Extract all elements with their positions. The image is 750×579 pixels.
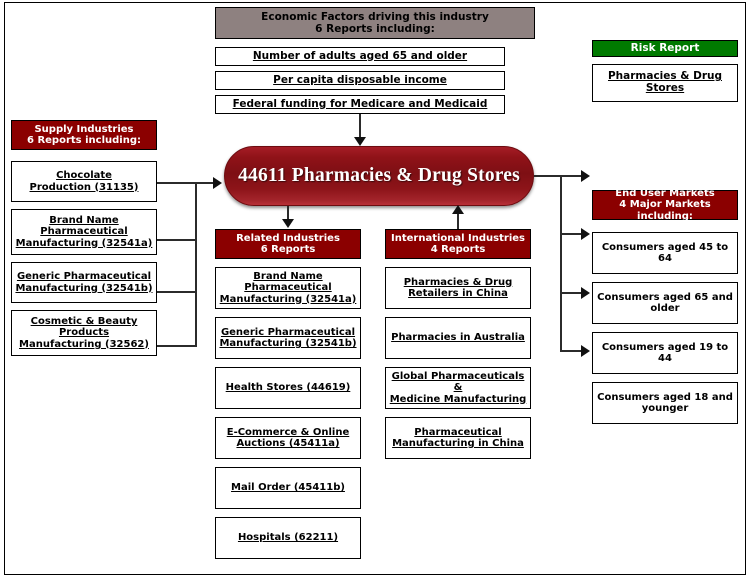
risk-report-item-1[interactable]: Pharmacies & Drug Stores: [592, 64, 738, 102]
economic-factor-item-2[interactable]: Per capita disposable income: [215, 71, 505, 90]
related-industry-item-5-line1: Mail Order (45411b): [231, 482, 345, 494]
international-industry-item-2-line1: Pharmacies in Australia: [391, 332, 525, 344]
risk-report-header-label: Risk Report: [630, 42, 700, 55]
economic-factor-item-1-label: Number of adults aged 65 and older: [252, 49, 468, 62]
international-industry-item-3-line1: Global Pharmaceuticals &: [391, 371, 525, 394]
connector-supply-3: [157, 291, 197, 294]
supply-industry-item-2-line2: Pharmaceutical: [40, 226, 128, 238]
end-user-markets-header-line1: End User Markets: [615, 187, 715, 199]
related-industry-item-6[interactable]: Hospitals (62211): [215, 517, 361, 559]
supply-industry-item-1-line2: Production (31135): [29, 181, 139, 193]
arrow-market-1: [581, 170, 590, 182]
international-industries-header: International Industries 4 Reports: [385, 229, 531, 259]
economic-factors-header-line1: Economic Factors driving this industry: [261, 10, 489, 23]
arrow-market-2: [581, 228, 590, 240]
related-industry-item-5[interactable]: Mail Order (45411b): [215, 467, 361, 509]
connector-supply-bus: [195, 182, 198, 347]
arrow-supply-to-center: [213, 177, 222, 189]
connector-supply-4: [157, 345, 197, 348]
connector-supply-1: [157, 182, 197, 185]
related-industries-header: Related Industries 6 Reports: [215, 229, 361, 259]
end-user-markets-header-line2: 4 Major Markets including:: [619, 199, 711, 222]
international-industry-item-3[interactable]: Global Pharmaceuticals & Medicine Manufa…: [385, 367, 531, 409]
supply-industries-header-line2: 6 Reports including:: [27, 135, 141, 146]
supply-industry-item-1[interactable]: Chocolate Production (31135): [11, 161, 157, 202]
international-industries-header-line2: 4 Reports: [430, 244, 486, 255]
arrow-international-to-center: [452, 205, 464, 214]
end-user-markets-header: End User Markets 4 Major Markets includi…: [592, 187, 738, 222]
end-user-market-item-1-line1: Consumers aged 45 to 64: [601, 241, 729, 264]
center-industry-node[interactable]: 44611 Pharmacies & Drug Stores: [224, 146, 534, 206]
related-industry-item-3[interactable]: Health Stores (44619): [215, 367, 361, 409]
supply-industry-item-1-line1: Chocolate: [56, 170, 112, 182]
arrow-market-3: [581, 287, 590, 299]
diagram-canvas: Economic Factors driving this industry 6…: [0, 0, 750, 579]
related-industry-item-1-line3: Manufacturing (32541a): [219, 293, 357, 305]
economic-factors-header-line2: 6 Reports including:: [315, 23, 435, 35]
supply-industry-item-2-line3: Manufacturing (32541a): [15, 237, 153, 249]
related-industry-item-1-line2: Pharmaceutical: [244, 282, 332, 294]
related-industry-item-6-line1: Hospitals (62211): [237, 532, 339, 544]
international-industry-item-4-line2: Manufacturing in China: [392, 438, 524, 449]
connector-center-to-markets: [534, 175, 562, 178]
supply-industry-item-2[interactable]: Brand Name Pharmaceutical Manufacturing …: [11, 209, 157, 255]
end-user-market-item-4-line2: younger: [641, 403, 689, 414]
related-industry-item-2-line1: Generic Pharmaceutical: [220, 326, 356, 338]
connector-supply-2: [157, 239, 197, 242]
end-user-market-item-3[interactable]: Consumers aged 19 to 44: [592, 332, 738, 374]
supply-industry-item-4[interactable]: Cosmetic & Beauty Products Manufacturing…: [11, 310, 157, 356]
international-industries-header-line1: International Industries: [391, 232, 525, 244]
economic-factor-item-3[interactable]: Federal funding for Medicare and Medicai…: [215, 95, 505, 114]
economic-factor-item-1[interactable]: Number of adults aged 65 and older: [215, 47, 505, 66]
related-industry-item-4-line2: Auctions (45411a): [236, 438, 340, 449]
related-industries-header-line1: Related Industries: [236, 232, 340, 244]
arrow-economic-to-center: [354, 137, 366, 146]
international-industry-item-1-line2: Retailers in China: [408, 288, 508, 299]
supply-industry-item-4-line2: Products: [58, 327, 110, 339]
arrow-center-to-related: [282, 219, 294, 228]
supply-industry-item-3-line2: Manufacturing (32541b): [15, 282, 153, 294]
supply-industries-header: Supply Industries 6 Reports including:: [11, 120, 157, 150]
related-industry-item-1-line1: Brand Name: [253, 271, 323, 283]
end-user-market-item-4-line1: Consumers aged 18 and: [597, 391, 733, 403]
economic-factor-item-3-label: Federal funding for Medicare and Medicai…: [232, 97, 488, 110]
international-industry-item-4-line1: Pharmaceutical: [414, 426, 502, 438]
international-industry-item-4[interactable]: Pharmaceutical Manufacturing in China: [385, 417, 531, 459]
risk-report-item-1-label: Pharmacies & Drug Stores: [607, 70, 722, 94]
international-industry-item-2[interactable]: Pharmacies in Australia: [385, 317, 531, 359]
economic-factor-item-2-label: Per capita disposable income: [273, 73, 447, 86]
connector-markets-bus: [560, 175, 563, 352]
related-industry-item-4[interactable]: E-Commerce & Online Auctions (45411a): [215, 417, 361, 459]
international-industry-item-1[interactable]: Pharmacies & Drug Retailers in China: [385, 267, 531, 309]
arrow-market-4: [581, 345, 590, 357]
center-industry-label: 44611 Pharmacies & Drug Stores: [238, 165, 520, 186]
connector-international-to-center: [457, 212, 460, 230]
end-user-market-item-3-line1: Consumers aged 19 to 44: [601, 341, 729, 364]
end-user-market-item-2[interactable]: Consumers aged 65 and older: [592, 282, 738, 324]
related-industry-item-2[interactable]: Generic Pharmaceutical Manufacturing (32…: [215, 317, 361, 359]
risk-report-header: Risk Report: [592, 40, 738, 57]
supply-industry-item-3-line1: Generic Pharmaceutical: [16, 271, 152, 283]
related-industry-item-4-line1: E-Commerce & Online: [226, 426, 350, 438]
end-user-market-item-1[interactable]: Consumers aged 45 to 64: [592, 232, 738, 274]
supply-industry-item-4-line1: Cosmetic & Beauty: [30, 316, 138, 328]
related-industry-item-1[interactable]: Brand Name Pharmaceutical Manufacturing …: [215, 267, 361, 309]
end-user-market-item-2-line2: older: [650, 303, 680, 314]
international-industry-item-3-line2: Medicine Manufacturing: [389, 393, 527, 405]
supply-industry-item-2-line1: Brand Name: [49, 215, 119, 227]
international-industry-item-1-line1: Pharmacies & Drug: [403, 276, 513, 288]
supply-industries-header-line1: Supply Industries: [34, 123, 134, 135]
related-industry-item-2-line2: Manufacturing (32541b): [219, 338, 357, 349]
related-industries-header-line2: 6 Reports: [260, 244, 316, 255]
supply-industry-item-4-line3: Manufacturing (32562): [19, 338, 149, 350]
related-industry-item-3-line1: Health Stores (44619): [225, 382, 351, 394]
supply-industry-item-3[interactable]: Generic Pharmaceutical Manufacturing (32…: [11, 262, 157, 303]
end-user-market-item-4[interactable]: Consumers aged 18 and younger: [592, 382, 738, 424]
end-user-market-item-2-line1: Consumers aged 65 and: [597, 291, 733, 303]
economic-factors-header: Economic Factors driving this industry 6…: [215, 7, 535, 39]
